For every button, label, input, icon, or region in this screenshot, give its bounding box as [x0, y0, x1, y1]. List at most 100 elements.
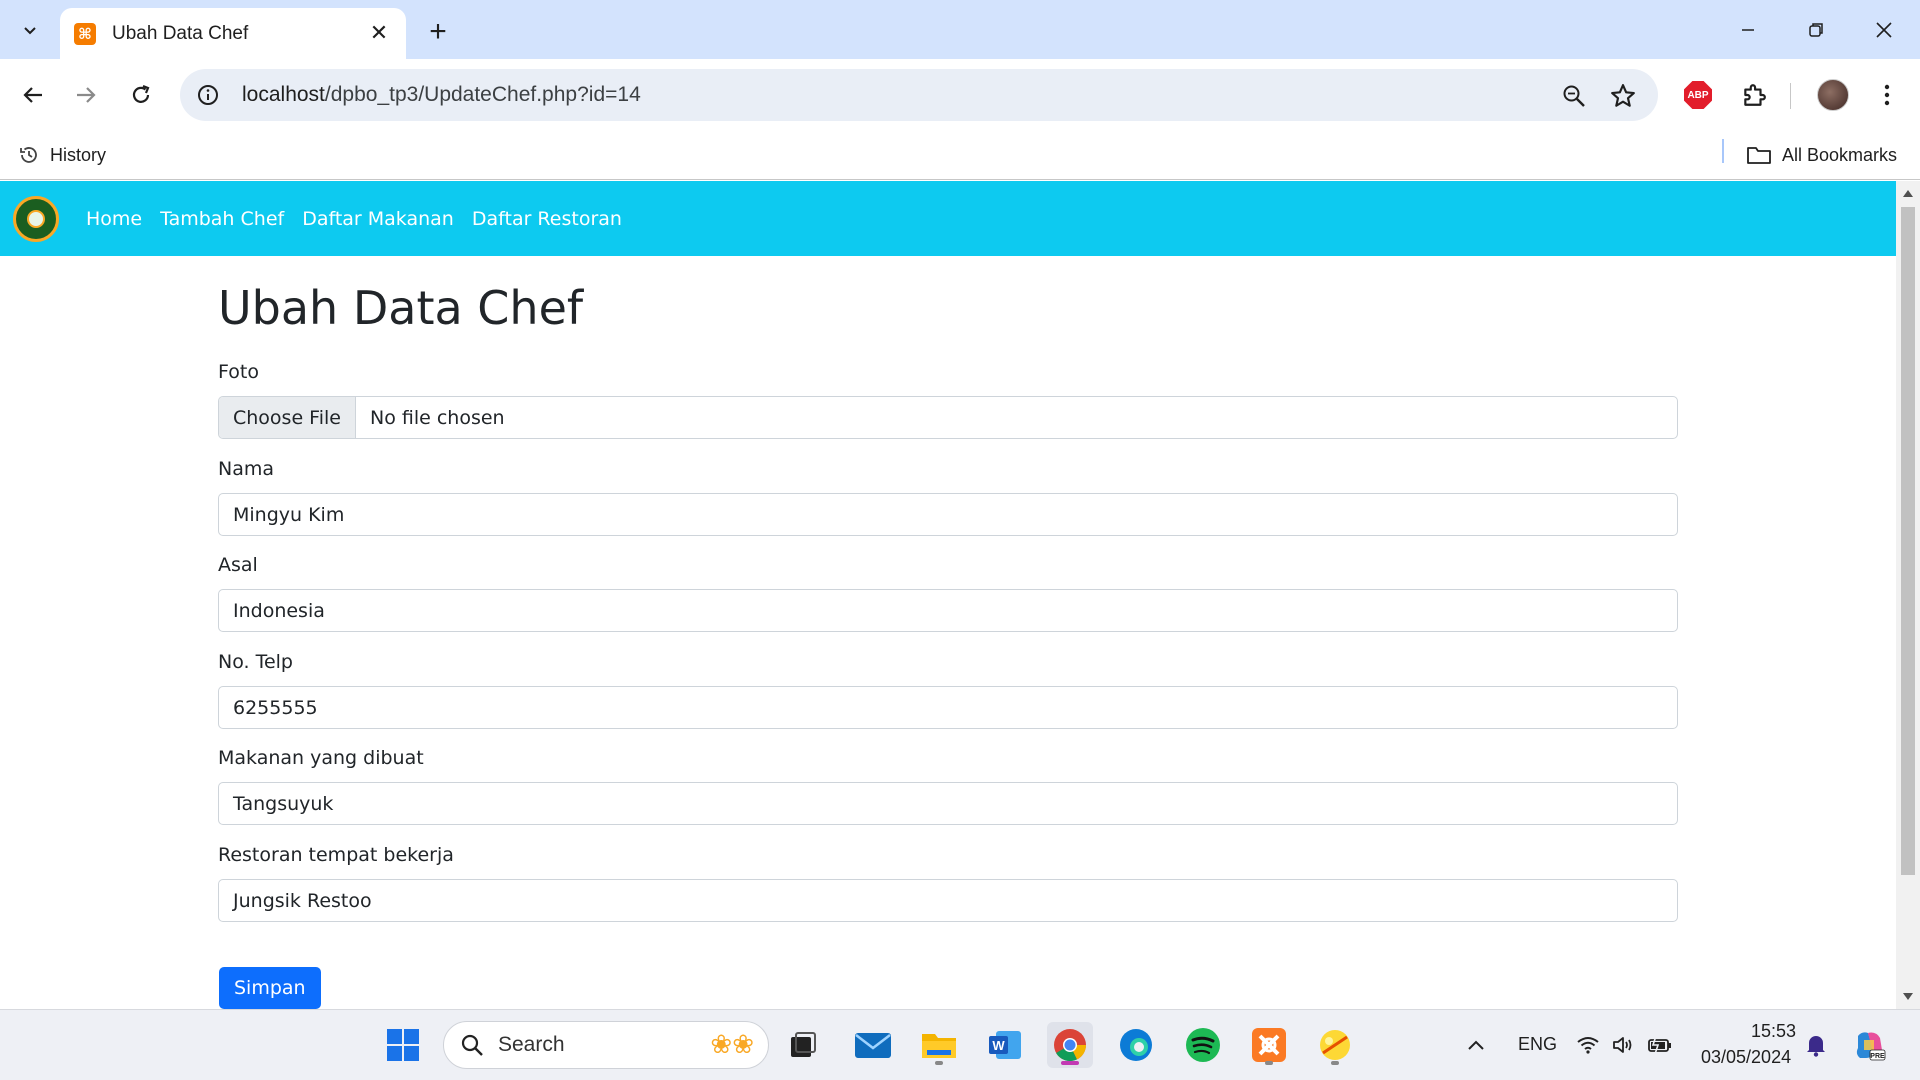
clock-date[interactable]: 03/05/2024	[1701, 1047, 1791, 1068]
chrome-icon	[1054, 1029, 1086, 1062]
profile-button[interactable]	[1813, 75, 1853, 115]
minimize-button[interactable]	[1722, 10, 1774, 50]
bookmarks-separator	[1722, 139, 1724, 163]
search-icon	[461, 1034, 483, 1056]
tab-close-icon[interactable]: ✕	[366, 21, 392, 47]
scroll-up-icon[interactable]	[1903, 190, 1913, 197]
battery-button[interactable]	[1642, 1022, 1678, 1068]
kebab-menu-icon	[1884, 84, 1890, 106]
reload-button[interactable]	[121, 75, 161, 115]
notifications-button[interactable]	[1796, 1022, 1836, 1068]
zoom-button[interactable]	[1559, 81, 1589, 111]
address-bar[interactable]: localhost/dpbo_tp3/UpdateChef.php?id=14	[180, 69, 1658, 121]
bookmark-history[interactable]: History	[18, 130, 106, 180]
form-group-telp: No. Telp 6255555	[218, 650, 1678, 729]
nav-link-daftar-makanan[interactable]: Daftar Makanan	[302, 208, 454, 230]
scroll-down-icon[interactable]	[1903, 993, 1913, 1000]
speaker-icon	[1613, 1037, 1632, 1053]
makanan-input[interactable]: Tangsuyuk	[218, 782, 1678, 825]
nama-input[interactable]: Mingyu Kim	[218, 493, 1678, 536]
chevron-down-icon	[24, 27, 36, 35]
new-tab-button[interactable]: +	[420, 14, 456, 50]
site-info-icon[interactable]	[194, 81, 222, 109]
taskbar-spotify[interactable]	[1180, 1022, 1226, 1068]
task-view-button[interactable]	[780, 1022, 826, 1068]
xampp-favicon-icon: ⌘	[74, 22, 96, 45]
adblock-icon: ABP	[1684, 81, 1712, 109]
battery-charging-icon	[1648, 1035, 1671, 1055]
chevron-up-icon	[1468, 1040, 1484, 1050]
taskbar-search[interactable]: Search ❀❀	[443, 1021, 769, 1069]
back-button[interactable]	[13, 75, 53, 115]
windows-taskbar: Search ❀❀ W ENG 15:53 03/05/2024 PRE	[0, 1009, 1920, 1080]
restore-button[interactable]	[1790, 10, 1842, 50]
clock-time[interactable]: 15:53	[1750, 1021, 1796, 1042]
url-text[interactable]: localhost/dpbo_tp3/UpdateChef.php?id=14	[242, 83, 1658, 107]
form-group-makanan: Makanan yang dibuat Tangsuyuk	[218, 746, 1678, 825]
mail-icon	[855, 1033, 891, 1058]
folder-icon	[922, 1034, 956, 1058]
nav-link-home[interactable]: Home	[86, 208, 142, 230]
browser-menu-button[interactable]	[1867, 75, 1907, 115]
extensions-button[interactable]	[1734, 75, 1774, 115]
page-scrollbar[interactable]	[1896, 181, 1920, 1009]
taskbar-edge[interactable]	[1113, 1022, 1159, 1068]
xampp-icon	[1252, 1028, 1286, 1062]
adblock-extension-button[interactable]: ABP	[1678, 75, 1718, 115]
reload-icon	[132, 84, 150, 103]
bookmark-star-button[interactable]	[1608, 81, 1638, 111]
language-indicator[interactable]: ENG	[1518, 1034, 1557, 1055]
taskbar-chrome[interactable]	[1047, 1022, 1093, 1068]
arrow-left-icon	[23, 87, 42, 103]
label-foto: Foto	[218, 361, 259, 383]
browser-toolbar: localhost/dpbo_tp3/UpdateChef.php?id=14 …	[0, 59, 1920, 130]
profile-avatar	[1817, 79, 1849, 111]
arrow-right-icon	[77, 87, 96, 103]
forward-button[interactable]	[66, 75, 106, 115]
tab-search-button[interactable]	[10, 12, 50, 48]
label-makanan: Makanan yang dibuat	[218, 747, 424, 769]
start-button[interactable]	[380, 1022, 426, 1068]
form-group-nama: Nama Mingyu Kim	[218, 457, 1678, 536]
telp-input[interactable]: 6255555	[218, 686, 1678, 729]
app-icon	[1320, 1030, 1350, 1060]
taskbar-file-explorer[interactable]	[916, 1022, 962, 1068]
label-nama: Nama	[218, 458, 275, 480]
zoom-icon	[1563, 85, 1585, 107]
running-indicator	[1265, 1061, 1273, 1065]
restoran-input[interactable]: Jungsik Restoo	[218, 879, 1678, 922]
form-container: Ubah Data Chef Foto Choose File No file …	[218, 256, 1678, 922]
tab-title: Ubah Data Chef	[112, 22, 249, 44]
taskbar-mail[interactable]	[850, 1022, 896, 1068]
simpan-button[interactable]: Simpan	[219, 967, 321, 1009]
asal-input[interactable]: Indonesia	[218, 589, 1678, 632]
running-indicator	[935, 1061, 943, 1065]
scrollbar-thumb[interactable]	[1901, 207, 1915, 875]
show-hidden-icons-button[interactable]	[1456, 1022, 1496, 1068]
copilot-button[interactable]: PRE	[1846, 1022, 1892, 1068]
taskbar-word[interactable]: W	[982, 1022, 1028, 1068]
flowers-icon: ❀❀	[710, 1030, 754, 1060]
word-icon: W	[989, 1031, 1021, 1059]
windows-logo-icon	[387, 1029, 419, 1061]
task-view-icon	[791, 1032, 816, 1057]
restore-icon	[1809, 23, 1823, 37]
wifi-button[interactable]	[1570, 1022, 1606, 1068]
nav-link-tambah-chef[interactable]: Tambah Chef	[160, 208, 284, 230]
choose-file-button[interactable]: Choose File	[219, 397, 356, 438]
nav-link-daftar-restoran[interactable]: Daftar Restoran	[472, 208, 622, 230]
foto-file-input[interactable]: Choose File No file chosen	[218, 396, 1678, 439]
page-viewport: Home Tambah Chef Daftar Makanan Daftar R…	[0, 181, 1896, 1009]
browser-tab-active[interactable]: ⌘ Ubah Data Chef ✕	[60, 8, 406, 59]
close-window-button[interactable]	[1858, 10, 1910, 50]
page-title: Ubah Data Chef	[218, 281, 584, 335]
site-logo[interactable]	[13, 195, 59, 242]
site-navbar: Home Tambah Chef Daftar Makanan Daftar R…	[0, 181, 1896, 256]
taskbar-app[interactable]	[1312, 1022, 1358, 1068]
all-bookmarks-button[interactable]: All Bookmarks	[1746, 130, 1897, 180]
volume-button[interactable]	[1606, 1022, 1642, 1068]
form-group-foto: Foto Choose File No file chosen	[218, 360, 1678, 439]
close-icon	[1876, 22, 1892, 38]
url-path: /dpbo_tp3/UpdateChef.php?id=14	[324, 83, 641, 106]
taskbar-xampp[interactable]	[1246, 1022, 1292, 1068]
